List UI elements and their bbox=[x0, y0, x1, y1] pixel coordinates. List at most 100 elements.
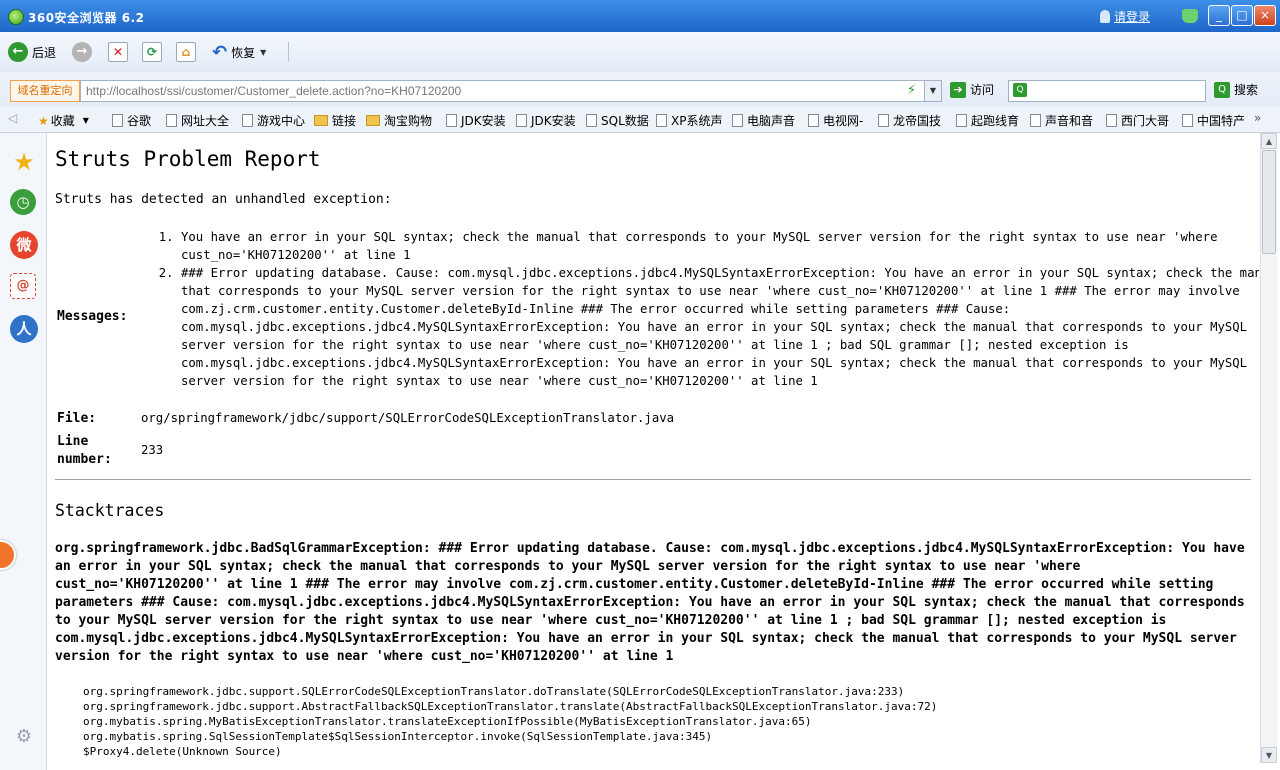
weibo-icon[interactable]: 微 bbox=[10, 231, 38, 259]
undo-icon: ↶ bbox=[212, 41, 228, 63]
history-clock-icon[interactable]: ◷ bbox=[10, 189, 36, 215]
page-icon bbox=[166, 114, 177, 127]
search-input[interactable]: Q bbox=[1008, 80, 1206, 102]
favorite-label: 链接 bbox=[332, 114, 357, 128]
favorite-item[interactable]: 中国特产 bbox=[1182, 112, 1245, 129]
favorite-label: XP系统声 bbox=[671, 114, 723, 128]
favorite-label: 电视网- bbox=[823, 114, 864, 128]
favorite-item[interactable]: JDK安装 bbox=[516, 112, 576, 129]
page-icon bbox=[878, 114, 889, 127]
favorite-item[interactable]: 链接 bbox=[314, 112, 356, 129]
visit-label: 访问 bbox=[970, 83, 995, 97]
favorite-label: 电脑声音 bbox=[747, 114, 796, 128]
close-button[interactable]: × bbox=[1254, 5, 1276, 26]
undo-label: 恢复 bbox=[231, 45, 256, 60]
page-icon bbox=[1106, 114, 1117, 127]
page-icon bbox=[808, 114, 819, 127]
favorites-star-icon[interactable]: ★ bbox=[10, 148, 38, 176]
domain-redirect-button[interactable]: 域名重定向 bbox=[10, 80, 80, 102]
page-icon bbox=[956, 114, 967, 127]
chat-icon[interactable]: 人 bbox=[10, 315, 38, 343]
search-engine-icon[interactable]: Q bbox=[1013, 83, 1027, 97]
scroll-down-icon[interactable]: ▼ bbox=[1261, 747, 1277, 763]
forward-arrow-icon: → bbox=[72, 42, 92, 62]
exception-message: org.springframework.jdbc.BadSqlGrammarEx… bbox=[55, 541, 1245, 664]
left-sidebar: ★ ◷ 微 @ 人 ⚙ bbox=[0, 133, 47, 770]
forward-button[interactable]: → bbox=[72, 41, 92, 63]
favorites-scroll-left-icon[interactable]: ◁ bbox=[8, 111, 17, 125]
folder-icon bbox=[314, 115, 328, 126]
line-number-label: Line number: bbox=[57, 434, 112, 467]
favorite-item[interactable]: 起跑线育 bbox=[956, 112, 1019, 129]
favorite-item[interactable]: 电视网- bbox=[808, 112, 863, 129]
page-content: Struts Problem Report Struts has detecte… bbox=[47, 133, 1259, 770]
stop-button[interactable]: ✕ bbox=[108, 41, 128, 63]
favorite-label: 声音和音 bbox=[1045, 114, 1094, 128]
settings-gear-icon[interactable]: ⚙ bbox=[10, 723, 38, 751]
page-icon bbox=[656, 114, 667, 127]
favorite-label: 淘宝购物 bbox=[384, 114, 433, 128]
undo-button[interactable]: ↶ 恢复 ▼ bbox=[212, 41, 266, 63]
address-row: 域名重定向 http://localhost/ssi/customer/Cust… bbox=[0, 72, 1280, 106]
chevron-down-icon[interactable]: ▼ bbox=[260, 48, 266, 57]
search-button[interactable]: Q 搜索 bbox=[1214, 81, 1258, 98]
page-icon bbox=[1030, 114, 1041, 127]
vertical-scrollbar[interactable]: ▲ ▼ bbox=[1260, 133, 1277, 763]
favorite-item[interactable]: 声音和音 bbox=[1030, 112, 1093, 129]
skin-icon[interactable] bbox=[1182, 9, 1198, 23]
page-icon bbox=[242, 114, 253, 127]
favorite-item[interactable]: 淘宝购物 bbox=[366, 112, 432, 129]
maximize-button[interactable]: □ bbox=[1231, 5, 1253, 26]
stack-frame: $Proxy4.delete(Unknown Source) bbox=[83, 745, 282, 758]
page-icon bbox=[446, 114, 457, 127]
search-label: 搜索 bbox=[1234, 83, 1259, 97]
scrollbar-thumb[interactable] bbox=[1262, 150, 1276, 254]
url-dropdown-icon[interactable]: ▼ bbox=[924, 81, 941, 101]
scroll-up-icon[interactable]: ▲ bbox=[1261, 133, 1277, 149]
home-button[interactable]: ⌂ bbox=[176, 41, 196, 63]
file-value: org/springframework/jdbc/support/SQLErro… bbox=[141, 411, 675, 425]
favorite-item[interactable]: SQL数据 bbox=[586, 112, 649, 129]
address-bar[interactable]: http://localhost/ssi/customer/Customer_d… bbox=[80, 80, 942, 102]
login-link[interactable]: 请登录 bbox=[1114, 8, 1150, 25]
mail-icon[interactable]: @ bbox=[10, 273, 36, 299]
favorite-item[interactable]: XP系统声 bbox=[656, 112, 722, 129]
stop-icon: ✕ bbox=[108, 42, 128, 62]
page-icon bbox=[586, 114, 597, 127]
visit-button[interactable]: ➔ 访问 bbox=[950, 81, 994, 98]
folder-icon bbox=[366, 115, 380, 126]
message-item: You have an error in your SQL syntax; ch… bbox=[181, 228, 1259, 264]
home-icon: ⌂ bbox=[176, 42, 196, 62]
favorite-item[interactable]: 龙帝国技 bbox=[878, 112, 941, 129]
refresh-button[interactable]: ⟳ bbox=[142, 41, 162, 63]
favorite-item[interactable]: 游戏中心 bbox=[242, 112, 305, 129]
page-icon bbox=[1182, 114, 1193, 127]
favorite-item[interactable]: 电脑声音 bbox=[732, 112, 795, 129]
favorite-item[interactable]: 谷歌 bbox=[112, 112, 151, 129]
stack-frame: org.springframework.jdbc.support.SQLErro… bbox=[83, 685, 905, 698]
back-arrow-icon: ← bbox=[8, 42, 28, 62]
favorite-item[interactable]: 西门大哥 bbox=[1106, 112, 1169, 129]
favorites-more-button[interactable]: » bbox=[1254, 111, 1261, 125]
file-label: File: bbox=[57, 411, 97, 426]
favorite-item[interactable]: JDK安装 bbox=[446, 112, 506, 129]
favorite-label: JDK安装 bbox=[461, 114, 506, 128]
page-icon bbox=[732, 114, 743, 127]
favorite-item[interactable]: 网址大全 bbox=[166, 112, 229, 129]
messages-label: Messages: bbox=[57, 309, 128, 324]
divider bbox=[55, 479, 1251, 480]
login-area[interactable]: 请登录 bbox=[1100, 8, 1150, 25]
favorites-menu[interactable]: ★ 收藏 ▼ bbox=[38, 112, 89, 129]
stack-frame: org.mybatis.spring.MyBatisExceptionTrans… bbox=[83, 715, 812, 728]
favorite-label: 游戏中心 bbox=[257, 114, 306, 128]
url-text[interactable]: http://localhost/ssi/customer/Customer_d… bbox=[86, 84, 461, 98]
favorite-label: 龙帝国技 bbox=[893, 114, 942, 128]
back-button[interactable]: ← 后退 bbox=[8, 41, 56, 63]
speed-mode-icon[interactable]: ⚡ bbox=[907, 83, 916, 98]
chevron-down-icon: ▼ bbox=[82, 116, 89, 125]
line-number-value: 233 bbox=[141, 443, 164, 457]
favorite-label: SQL数据 bbox=[601, 114, 649, 128]
browser-logo-icon bbox=[8, 9, 24, 25]
minimize-button[interactable]: _ bbox=[1208, 5, 1230, 26]
messages-list: You have an error in your SQL syntax; ch… bbox=[141, 228, 1259, 390]
